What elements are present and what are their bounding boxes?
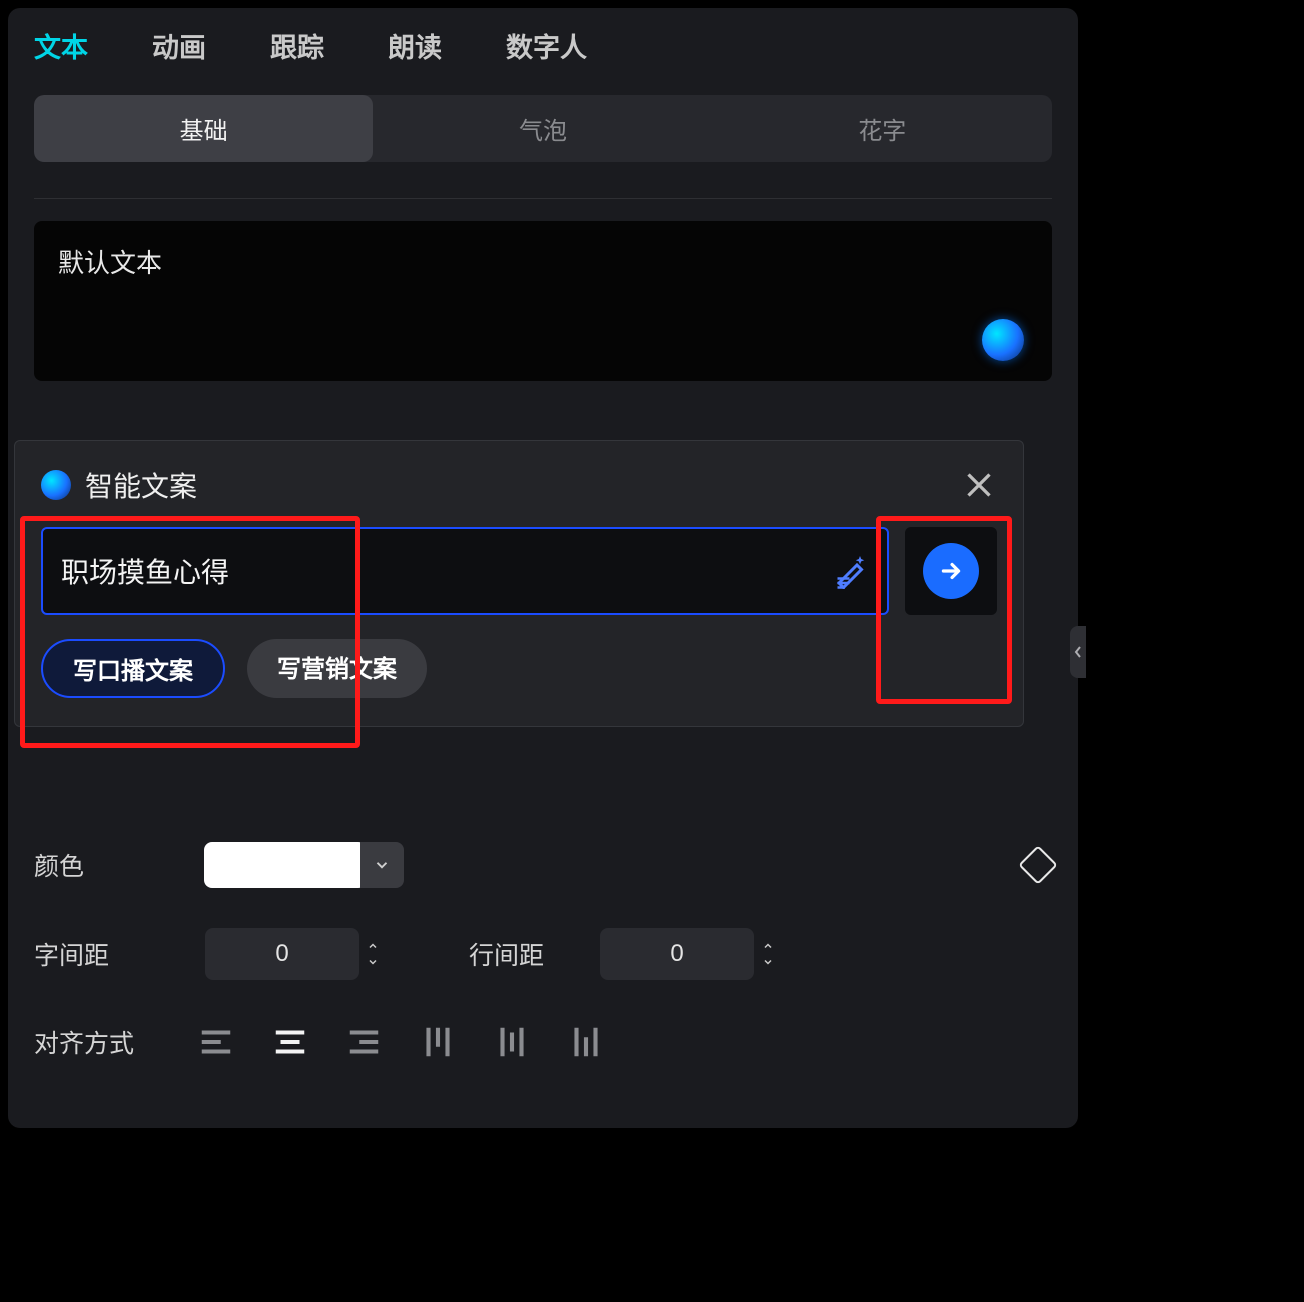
tab-read[interactable]: 朗读 — [388, 26, 442, 65]
text-content-value: 默认文本 — [58, 248, 162, 278]
close-icon[interactable] — [961, 467, 997, 503]
line-spacing-input[interactable]: 0 — [600, 928, 754, 980]
smart-input-row — [41, 527, 997, 615]
magic-wand-icon[interactable] — [833, 553, 869, 589]
popup-title: 智能文案 — [85, 465, 197, 505]
sub-tabs: 基础 气泡 花字 — [34, 95, 1052, 162]
ai-orb-small-icon — [41, 470, 71, 500]
align-vertical-bottom-icon[interactable] — [564, 1020, 608, 1064]
chip-marketing-copy[interactable]: 写营销文案 — [247, 639, 427, 698]
popup-header: 智能文案 — [41, 465, 997, 505]
collapse-handle[interactable] — [1070, 626, 1086, 678]
letter-spacing-input[interactable]: 0 — [205, 928, 359, 980]
line-spacing-stepper[interactable] — [760, 928, 794, 980]
letter-spacing-stepper[interactable] — [365, 928, 399, 980]
align-vertical-top-icon[interactable] — [416, 1020, 460, 1064]
align-left-icon[interactable] — [194, 1020, 238, 1064]
tab-tracking[interactable]: 跟踪 — [270, 26, 324, 65]
ai-orb-icon[interactable] — [982, 319, 1024, 361]
tab-animation[interactable]: 动画 — [152, 26, 206, 65]
align-vertical-center-icon[interactable] — [490, 1020, 534, 1064]
subtab-basic[interactable]: 基础 — [34, 95, 373, 162]
subtab-bubble[interactable]: 气泡 — [373, 95, 712, 162]
send-button[interactable] — [905, 527, 997, 615]
tab-text[interactable]: 文本 — [34, 26, 88, 65]
smart-input[interactable] — [41, 527, 889, 615]
chevron-up-icon[interactable] — [760, 940, 794, 952]
chevron-down-icon[interactable] — [760, 956, 794, 968]
chevron-up-icon[interactable] — [365, 940, 399, 952]
align-label: 对齐方式 — [34, 1024, 134, 1060]
text-panel: 文本 动画 跟踪 朗读 数字人 基础 气泡 花字 默认文本 智能文案 — [8, 8, 1078, 1128]
color-row: 颜色 — [34, 842, 1052, 888]
text-content-box[interactable]: 默认文本 — [34, 221, 1052, 381]
spacing-row: 字间距 0 行间距 0 — [34, 928, 1052, 980]
align-right-icon[interactable] — [342, 1020, 386, 1064]
line-spacing-label: 行间距 — [469, 936, 544, 972]
smart-copy-popup: 智能文案 写口播文案 — [14, 440, 1024, 727]
arrow-right-icon — [923, 543, 979, 599]
style-controls: 颜色 字间距 0 行间距 0 对齐方式 — [8, 802, 1078, 1064]
align-center-icon[interactable] — [268, 1020, 312, 1064]
align-buttons — [194, 1020, 608, 1064]
chip-broadcast-copy[interactable]: 写口播文案 — [41, 639, 225, 698]
letter-spacing-label: 字间距 — [34, 936, 109, 972]
align-row: 对齐方式 — [34, 1020, 1052, 1064]
smart-input-field[interactable] — [61, 555, 833, 587]
divider — [34, 198, 1052, 199]
copy-type-chips: 写口播文案 写营销文案 — [41, 639, 997, 698]
keyframe-diamond-icon[interactable] — [1018, 845, 1058, 885]
chevron-down-icon[interactable] — [365, 956, 399, 968]
top-tabs: 文本 动画 跟踪 朗读 数字人 — [8, 8, 1078, 95]
color-dropdown[interactable] — [360, 842, 404, 888]
color-swatch[interactable] — [204, 842, 366, 888]
color-label: 颜色 — [34, 847, 84, 883]
subtab-fancy[interactable]: 花字 — [713, 95, 1052, 162]
tab-digital-human[interactable]: 数字人 — [506, 26, 587, 65]
